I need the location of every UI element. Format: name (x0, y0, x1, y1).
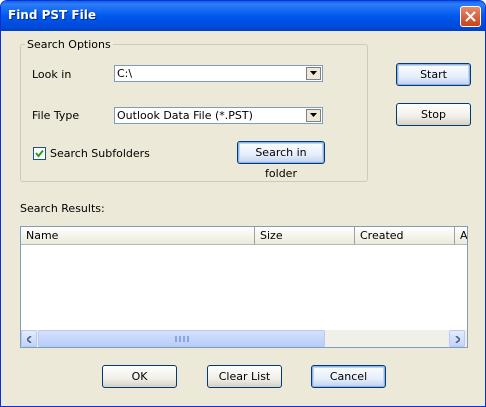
ok-button[interactable]: OK (102, 365, 177, 388)
look-in-dropdown-button[interactable] (306, 67, 321, 80)
search-in-folder-button[interactable]: Search in folder (237, 141, 325, 180)
file-type-value: Outlook Data File (*.PST) (117, 109, 253, 122)
column-header-size[interactable]: Size (255, 227, 355, 245)
look-in-label: Look in (32, 68, 72, 81)
grip-icon (175, 336, 189, 342)
checkmark-icon (35, 149, 44, 158)
chevron-down-icon (310, 113, 317, 117)
title-bar[interactable]: Find PST File (1, 1, 485, 31)
scroll-left-button[interactable] (21, 330, 37, 347)
cancel-button[interactable]: Cancel (311, 365, 386, 388)
search-subfolders-checkbox[interactable] (33, 147, 46, 160)
window-title: Find PST File (8, 8, 96, 22)
column-header-a[interactable]: A (455, 227, 467, 245)
chevron-left-icon (27, 336, 32, 343)
look-in-dropdown[interactable]: C:\ (114, 65, 323, 82)
look-in-value: C:\ (117, 67, 133, 80)
close-button[interactable] (460, 6, 481, 27)
search-results-list[interactable]: Name Size Created A (20, 226, 468, 348)
file-type-dropdown[interactable]: Outlook Data File (*.PST) (114, 107, 323, 124)
stop-button[interactable]: Stop (396, 103, 471, 126)
file-type-dropdown-button[interactable] (306, 109, 321, 122)
search-subfolders-label[interactable]: Search Subfolders (50, 147, 150, 160)
column-header-name[interactable]: Name (21, 227, 255, 245)
search-results-label: Search Results: (20, 202, 105, 215)
clear-list-button[interactable]: Clear List (207, 365, 282, 388)
find-pst-dialog: Find PST File Search Options Look in C:\… (0, 0, 486, 407)
scroll-right-button[interactable] (449, 330, 465, 347)
column-header-created[interactable]: Created (355, 227, 455, 245)
start-button[interactable]: Start (396, 63, 471, 86)
file-type-label: File Type (32, 109, 80, 122)
search-options-legend: Search Options (27, 38, 111, 51)
chevron-right-icon (455, 336, 460, 343)
horizontal-scrollbar[interactable] (21, 330, 467, 347)
chevron-down-icon (310, 71, 317, 75)
scroll-thumb[interactable] (38, 330, 325, 347)
close-icon (465, 11, 476, 22)
